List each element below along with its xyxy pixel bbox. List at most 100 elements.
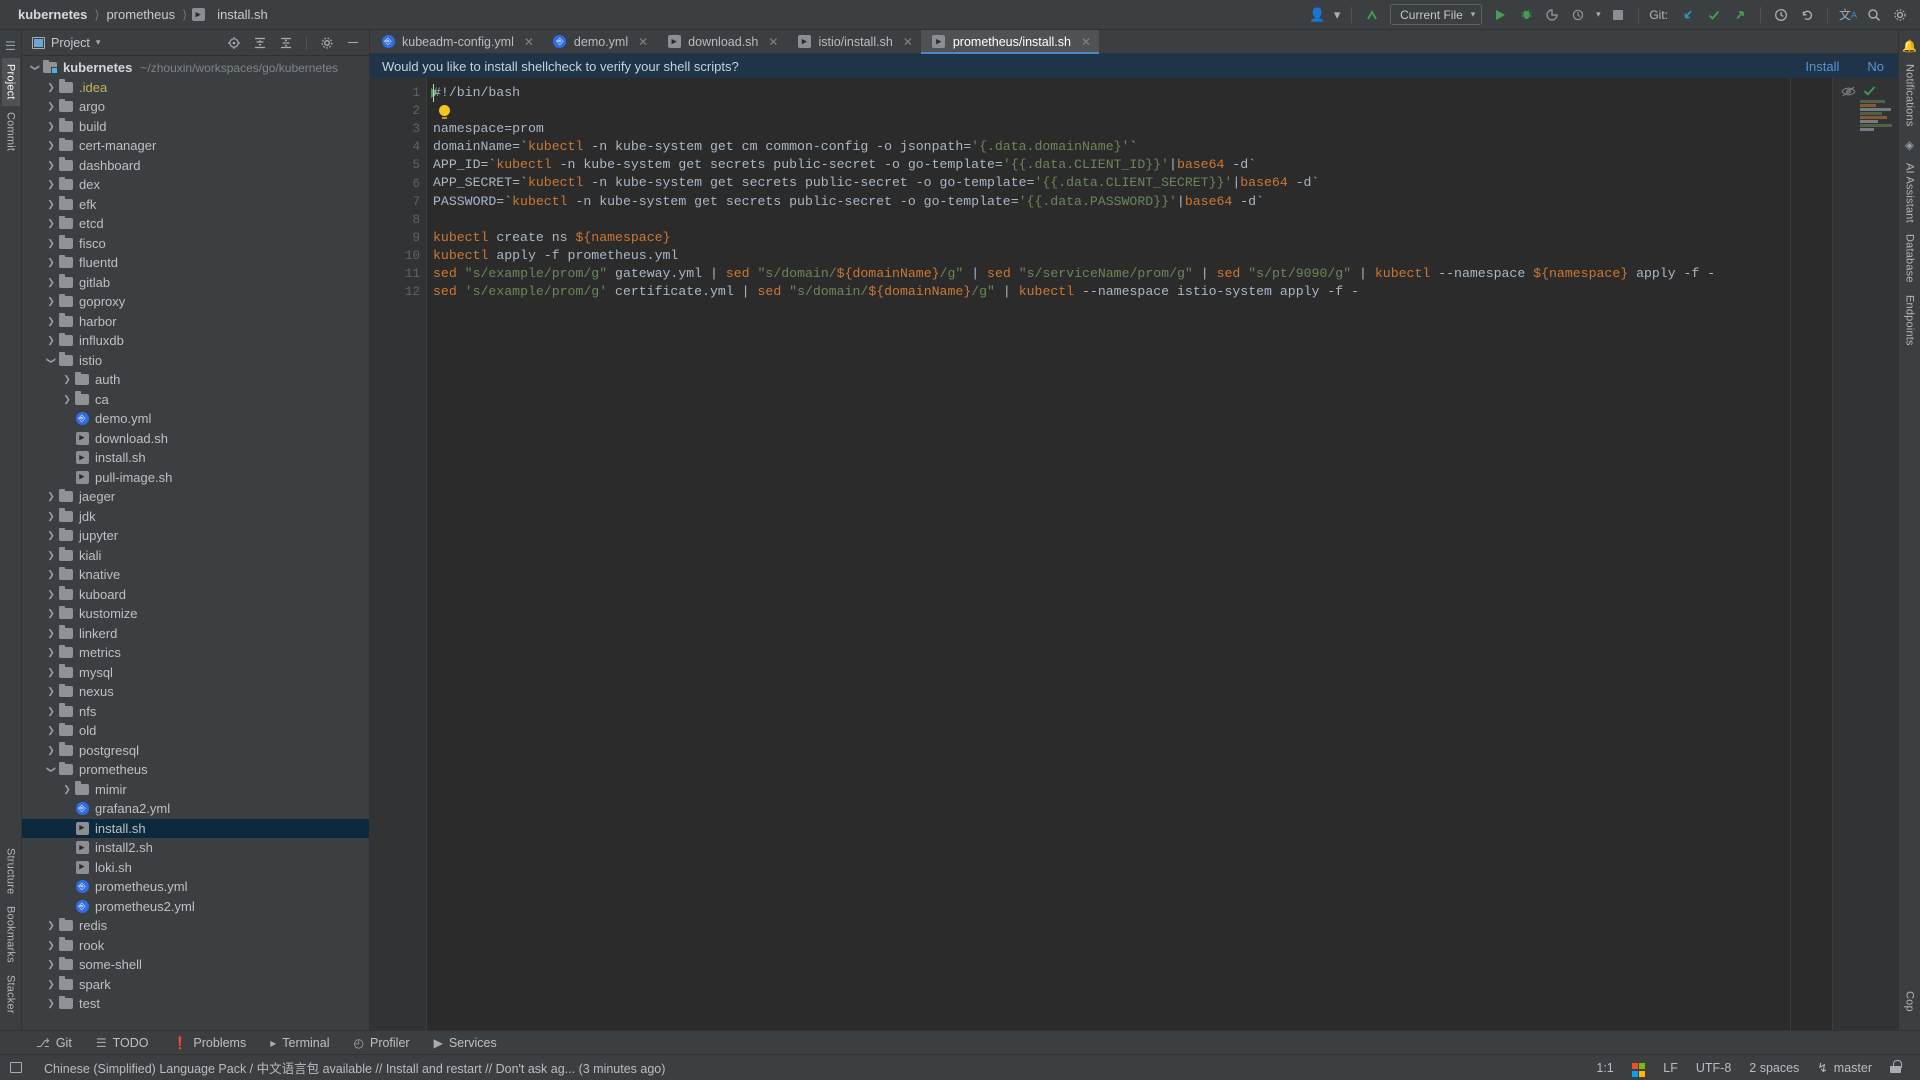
close-icon[interactable]: ✕ xyxy=(903,35,913,49)
chevron-right-icon[interactable]: ❯ xyxy=(44,570,58,579)
editor-code-content[interactable]: #!/bin/bash namespace=prom domainName=`kub… xyxy=(426,78,1898,1030)
sidebar-item-stacker[interactable]: Stacker xyxy=(2,969,20,1020)
chevron-right-icon[interactable]: ❯ xyxy=(60,784,74,794)
tree-node-jaeger[interactable]: ❯ jaeger xyxy=(22,487,369,507)
tree-node-harbor[interactable]: ❯ harbor xyxy=(22,312,369,332)
chevron-right-icon[interactable]: ❯ xyxy=(60,375,74,384)
editor-tab-demo-yml[interactable]: ⎆ demo.yml ✕ xyxy=(542,30,656,53)
chevron-right-icon[interactable]: ❯ xyxy=(44,258,58,267)
tool-window-button-todo[interactable]: ☰ TODO xyxy=(84,1031,161,1055)
caret-position[interactable]: 1:1 xyxy=(1587,1061,1622,1075)
code-minimap[interactable] xyxy=(1860,100,1896,180)
chevron-right-icon[interactable]: ❯ xyxy=(44,979,58,989)
tool-window-button-problems[interactable]: ❗ Problems xyxy=(160,1031,258,1055)
tree-node-rook[interactable]: ❯ rook xyxy=(22,936,369,956)
intention-bulb-icon[interactable] xyxy=(439,105,450,120)
tree-node-install-sh[interactable]: ▶ install.sh xyxy=(22,818,369,838)
tree-node-build[interactable]: ❯ build xyxy=(22,117,369,137)
breadcrumb-segment-file[interactable]: install.sh xyxy=(213,7,272,22)
chevron-down-icon[interactable]: ▾ xyxy=(1592,3,1604,27)
gutter-line-number[interactable]: 2 xyxy=(370,102,426,120)
chevron-right-icon[interactable]: ❯ xyxy=(44,531,58,540)
code-line[interactable]: #!/bin/bash xyxy=(427,84,1898,102)
sidebar-item-ai-assistant[interactable]: AI Assistant xyxy=(1901,157,1919,229)
tree-node-kubernetes[interactable]: ❯ kubernetes ~/zhouxin/workspaces/go/kuber… xyxy=(22,58,369,78)
update-arrow-icon[interactable] xyxy=(1360,3,1384,27)
code-line[interactable]: kubectl create ns ${namespace} xyxy=(427,229,1898,247)
tree-node-jupyter[interactable]: ❯ jupyter xyxy=(22,526,369,546)
chevron-right-icon[interactable]: ❯ xyxy=(44,82,58,92)
chevron-right-icon[interactable]: ❯ xyxy=(44,316,58,326)
tree-node-istio[interactable]: ❯ istio xyxy=(22,351,369,371)
gutter-line-number[interactable]: 9 xyxy=(370,229,426,247)
close-icon[interactable]: ✕ xyxy=(524,35,534,49)
chevron-right-icon[interactable]: ❯ xyxy=(44,511,58,521)
tree-node-linkerd[interactable]: ❯ linkerd xyxy=(22,624,369,644)
tree-node-prometheus-yml[interactable]: ⎆ prometheus.yml xyxy=(22,877,369,897)
chevron-right-icon[interactable]: ❯ xyxy=(44,745,58,755)
sidebar-item-endpoints[interactable]: Endpoints xyxy=(1901,289,1919,352)
tool-window-button-profiler[interactable]: ◴ Profiler xyxy=(342,1031,422,1055)
editor-tab-kubeadm-config-yml[interactable]: ⎆ kubeadm-config.yml ✕ xyxy=(370,30,542,53)
tree-node-metrics[interactable]: ❯ metrics xyxy=(22,643,369,663)
eye-icon[interactable] xyxy=(1841,85,1856,101)
commit-icon[interactable] xyxy=(1702,3,1726,27)
tree-node-pull-image-sh[interactable]: ▶ pull-image.sh xyxy=(22,468,369,488)
code-line[interactable]: sed 's/example/prom/g' certificate.yml |… xyxy=(427,283,1898,301)
code-editor[interactable]: 1 2 3 4 5 6 7 8 9 10 11 12 #!/bin/bash namespace=pro… xyxy=(370,78,1898,1030)
tree-node-nfs[interactable]: ❯ nfs xyxy=(22,702,369,722)
translate-icon[interactable]: 文A xyxy=(1836,3,1860,27)
chevron-right-icon[interactable]: ❯ xyxy=(44,589,58,599)
tree-node-redis[interactable]: ❯ redis xyxy=(22,916,369,936)
gutter-line-number[interactable]: 1 xyxy=(370,84,438,102)
run-configuration-selector[interactable]: Current File ▾ xyxy=(1390,4,1483,25)
editor-tab-istio-install-sh[interactable]: ▶ istio/install.sh ✕ xyxy=(786,30,920,53)
tree-node-auth[interactable]: ❯ auth xyxy=(22,370,369,390)
tree-node-kuboard[interactable]: ❯ kuboard xyxy=(22,585,369,605)
breadcrumb-segment-project[interactable]: kubernetes xyxy=(14,7,91,22)
gutter-line-number[interactable]: 4 xyxy=(370,138,426,156)
chevron-right-icon[interactable]: ❯ xyxy=(44,277,58,287)
coverage-icon[interactable] xyxy=(1540,3,1564,27)
status-message[interactable]: Chinese (Simplified) Language Pack / 中文语… xyxy=(44,1058,665,1077)
chevron-right-icon[interactable]: ❯ xyxy=(44,648,58,657)
chevron-down-icon[interactable]: ❯ xyxy=(31,61,41,75)
close-icon[interactable]: ✕ xyxy=(1081,35,1091,49)
run-icon[interactable] xyxy=(1488,3,1512,27)
chevron-right-icon[interactable]: ❯ xyxy=(44,141,58,150)
tree-node-some-shell[interactable]: ❯ some-shell xyxy=(22,955,369,975)
notification-bell-icon[interactable]: 🔔 xyxy=(1902,34,1917,58)
tool-window-button-services[interactable]: ▶ Services xyxy=(422,1031,509,1055)
chevron-right-icon[interactable]: ❯ xyxy=(44,121,58,131)
code-line[interactable]: APP_ID=`kubectl -n kube-system get secre… xyxy=(427,156,1898,174)
tree-node-dashboard[interactable]: ❯ dashboard xyxy=(22,156,369,176)
editor-gutter[interactable]: 1 2 3 4 5 6 7 8 9 10 11 12 xyxy=(370,78,438,1030)
chevron-right-icon[interactable]: ❯ xyxy=(44,102,58,111)
sidebar-item-project[interactable]: Project xyxy=(1,58,20,106)
tree-node-spark[interactable]: ❯ spark xyxy=(22,975,369,995)
chevron-right-icon[interactable]: ❯ xyxy=(44,706,58,716)
status-window-icon[interactable] xyxy=(10,1062,22,1073)
close-icon[interactable]: ✕ xyxy=(768,35,778,49)
chevron-right-icon[interactable]: ❯ xyxy=(44,219,58,228)
stop-icon[interactable] xyxy=(1606,3,1630,27)
minimize-icon[interactable] xyxy=(343,33,363,53)
tree-node-loki-sh[interactable]: ▶ loki.sh xyxy=(22,858,369,878)
chevron-right-icon[interactable]: ❯ xyxy=(44,199,58,209)
gutter-line-number[interactable]: 12 xyxy=(370,283,426,301)
chevron-right-icon[interactable]: ❯ xyxy=(44,180,58,189)
chevron-right-icon[interactable]: ❯ xyxy=(44,726,58,735)
chevron-right-icon[interactable]: ❯ xyxy=(44,609,58,618)
tree-node-test[interactable]: ❯ test xyxy=(22,994,369,1014)
tree-node-fluentd[interactable]: ❯ fluentd xyxy=(22,253,369,273)
rollback-icon[interactable] xyxy=(1795,3,1819,27)
tree-node-kiali[interactable]: ❯ kiali xyxy=(22,546,369,566)
history-icon[interactable] xyxy=(1769,3,1793,27)
person-icon[interactable]: 👤 xyxy=(1305,3,1329,27)
banner-dismiss-link[interactable]: No xyxy=(1867,59,1884,74)
project-file-tree[interactable]: ❯ kubernetes ~/zhouxin/workspaces/go/kuber… xyxy=(22,56,369,1030)
debug-icon[interactable] xyxy=(1514,3,1538,27)
tree-node-prometheus[interactable]: ❯ prometheus xyxy=(22,760,369,780)
sidebar-item-cop[interactable]: Cop xyxy=(1901,985,1919,1018)
chevron-right-icon[interactable]: ❯ xyxy=(44,960,58,969)
